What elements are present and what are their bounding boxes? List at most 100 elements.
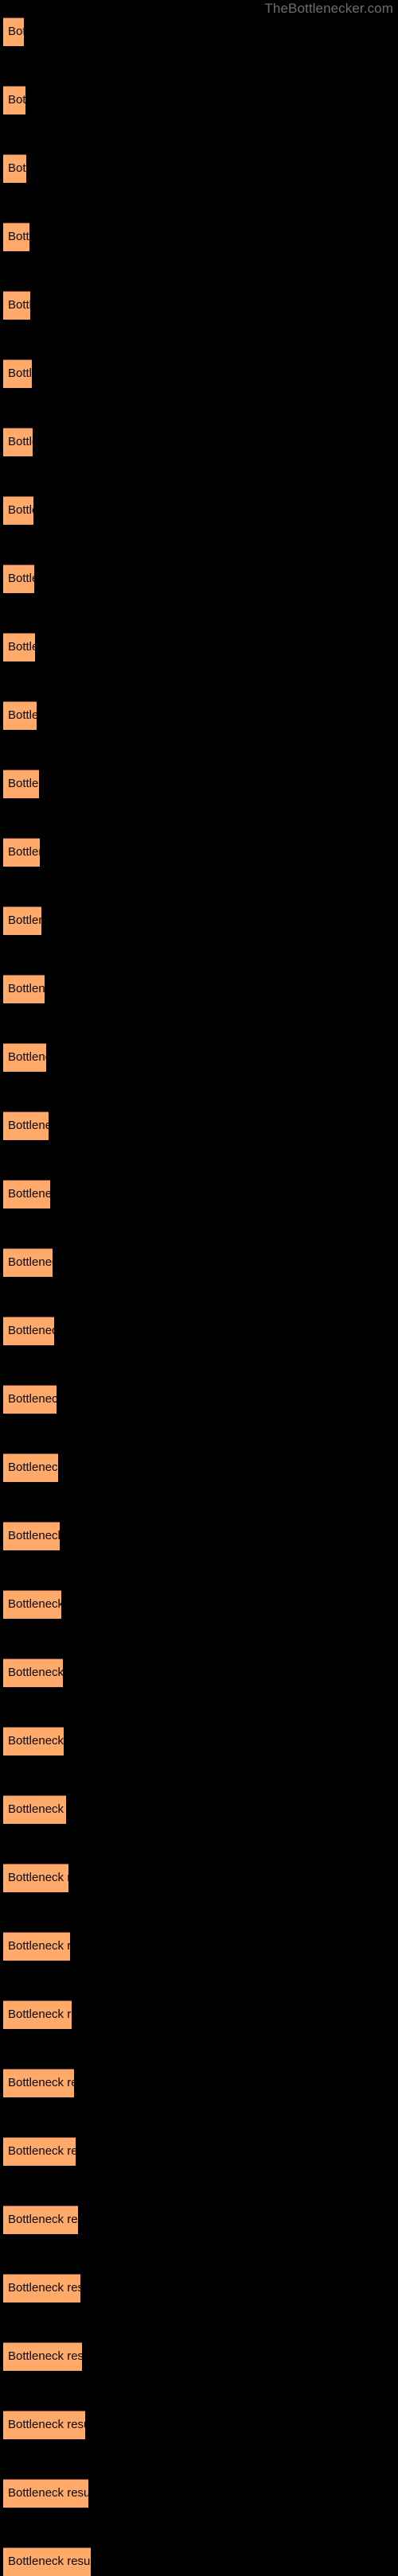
bar-row: Bottleneck result	[0, 564, 398, 593]
bar-label: Bottleneck result	[8, 708, 37, 722]
bar-row: Bottleneck result	[0, 633, 398, 661]
bar-label: Bottleneck result	[8, 982, 45, 995]
bar-label: Bottleneck result	[8, 435, 33, 448]
bar-label-clip: Bottleneck result	[3, 2547, 91, 2576]
bar-row: Bottleneck result	[0, 2137, 398, 2166]
bar-label: Bottleneck result	[8, 2349, 83, 2363]
bar-label: Bottleneck result	[8, 2213, 78, 2226]
bar-label-clip: Bottleneck result	[3, 428, 33, 456]
bar-row: Bottleneck result	[0, 770, 398, 798]
bar-row: Bottleneck result	[0, 2206, 398, 2234]
bar-row: Bottleneck result	[0, 1043, 398, 1072]
bar-label: Bottleneck result	[8, 298, 31, 312]
bar-row: Bottleneck result	[0, 975, 398, 1003]
bar-label: Bottleneck result	[8, 1187, 50, 1201]
bar-label: Bottleneck result	[8, 1939, 70, 1953]
bar-label-clip: Bottleneck result	[3, 564, 34, 593]
bar-label-clip: Bottleneck result	[3, 2069, 74, 2097]
bar-label: Bottleneck result	[8, 2144, 76, 2158]
bar-label-clip: Bottleneck result	[3, 17, 24, 46]
bar-label: Bottleneck result	[8, 1666, 63, 1679]
bar-label-clip: Bottleneck result	[3, 223, 29, 251]
bar-row: Bottleneck result	[0, 86, 398, 114]
bar-label: Bottleneck result	[8, 572, 34, 585]
bar-label-clip: Bottleneck result	[3, 1385, 57, 1414]
bar-row: Bottleneck result	[0, 154, 398, 183]
bar-label-clip: Bottleneck result	[3, 1317, 54, 1345]
bar-label: Bottleneck result	[8, 161, 26, 175]
bar-label: Bottleneck result	[8, 845, 40, 859]
bar-label: Bottleneck result	[8, 2008, 72, 2021]
bar-label-clip: Bottleneck result	[3, 154, 26, 183]
bar-label: Bottleneck result	[8, 2281, 80, 2295]
bar-row: Bottleneck result	[0, 1111, 398, 1140]
bar-label-clip: Bottleneck result	[3, 2000, 72, 2029]
bar-label: Bottleneck result	[8, 367, 32, 380]
bar-row: Bottleneck result	[0, 2000, 398, 2029]
bar-row: Bottleneck result	[0, 1453, 398, 1482]
bar-row: Bottleneck result	[0, 1864, 398, 1892]
bar-row: Bottleneck result	[0, 1795, 398, 1824]
bar-row: Bottleneck result	[0, 2479, 398, 2508]
bar-label-clip: Bottleneck result	[3, 1932, 70, 1961]
bar-row: Bottleneck result	[0, 1248, 398, 1277]
bar-label: Bottleneck result	[8, 1597, 61, 1611]
bar-label: Bottleneck result	[8, 640, 36, 654]
bar-label: Bottleneck result	[8, 25, 24, 38]
bar-label: Bottleneck result	[8, 1119, 49, 1132]
bar-label-clip: Bottleneck result	[3, 1658, 63, 1687]
bar-label-clip: Bottleneck result	[3, 1590, 61, 1619]
bar-label-clip: Bottleneck result	[3, 1043, 46, 1072]
bar-label-clip: Bottleneck result	[3, 1522, 60, 1550]
bar-row: Bottleneck result	[0, 2342, 398, 2371]
bar-label-clip: Bottleneck result	[3, 1864, 68, 1892]
bar-label: Bottleneck result	[8, 777, 39, 790]
bar-label: Bottleneck result	[8, 1461, 58, 1474]
bar-label: Bottleneck result	[8, 1324, 54, 1337]
bar-row: Bottleneck result	[0, 1727, 398, 1755]
bar-row: Bottleneck result	[0, 1180, 398, 1208]
bar-label: Bottleneck result	[8, 1050, 46, 1064]
bar-label: Bottleneck result	[8, 93, 25, 107]
bar-label-clip: Bottleneck result	[3, 1795, 66, 1824]
bar-label-clip: Bottleneck result	[3, 1180, 50, 1208]
bar-row: Bottleneck result	[0, 2069, 398, 2097]
bar-label-clip: Bottleneck result	[3, 2342, 82, 2371]
bar-label-clip: Bottleneck result	[3, 838, 40, 867]
bar-row: Bottleneck result	[0, 1385, 398, 1414]
bar-row: Bottleneck result	[0, 496, 398, 525]
bar-row: Bottleneck result	[0, 223, 398, 251]
bar-row: Bottleneck result	[0, 1522, 398, 1550]
bar-label: Bottleneck result	[8, 1734, 64, 1748]
bar-label-clip: Bottleneck result	[3, 2206, 78, 2234]
bar-label-clip: Bottleneck result	[3, 2479, 88, 2508]
bar-label-clip: Bottleneck result	[3, 291, 30, 320]
bar-label-clip: Bottleneck result	[3, 496, 33, 525]
bar-row: Bottleneck result	[0, 2411, 398, 2439]
bar-row: Bottleneck result	[0, 2274, 398, 2302]
bar-label-clip: Bottleneck result	[3, 1453, 58, 1482]
bottleneck-bar-chart: Bottleneck result Bottleneck result Bottle…	[0, 17, 398, 2576]
bar-row: Bottleneck result	[0, 838, 398, 867]
bar-row: Bottleneck result	[0, 906, 398, 935]
bar-label: Bottleneck result	[8, 503, 33, 517]
bar-label-clip: Bottleneck result	[3, 770, 39, 798]
bar-label-clip: Bottleneck result	[3, 701, 37, 730]
bar-label-clip: Bottleneck result	[3, 2411, 85, 2439]
bar-label-clip: Bottleneck result	[3, 1111, 49, 1140]
bar-label: Bottleneck result	[8, 1255, 53, 1269]
bar-label: Bottleneck result	[8, 2555, 92, 2568]
bar-row: Bottleneck result	[0, 17, 398, 46]
bar-row: Bottleneck result	[0, 701, 398, 730]
bar-label: Bottleneck result	[8, 1871, 68, 1884]
bar-label-clip: Bottleneck result	[3, 86, 25, 114]
bar-label: Bottleneck result	[8, 1802, 66, 1816]
bar-label-clip: Bottleneck result	[3, 1727, 64, 1755]
bar-label: Bottleneck result	[8, 1529, 60, 1542]
bar-label: Bottleneck result	[8, 914, 41, 927]
bar-label-clip: Bottleneck result	[3, 2137, 76, 2166]
bar-label: Bottleneck result	[8, 2486, 88, 2500]
bar-label-clip: Bottleneck result	[3, 906, 41, 935]
bar-label-clip: Bottleneck result	[3, 975, 45, 1003]
bar-label-clip: Bottleneck result	[3, 1248, 53, 1277]
